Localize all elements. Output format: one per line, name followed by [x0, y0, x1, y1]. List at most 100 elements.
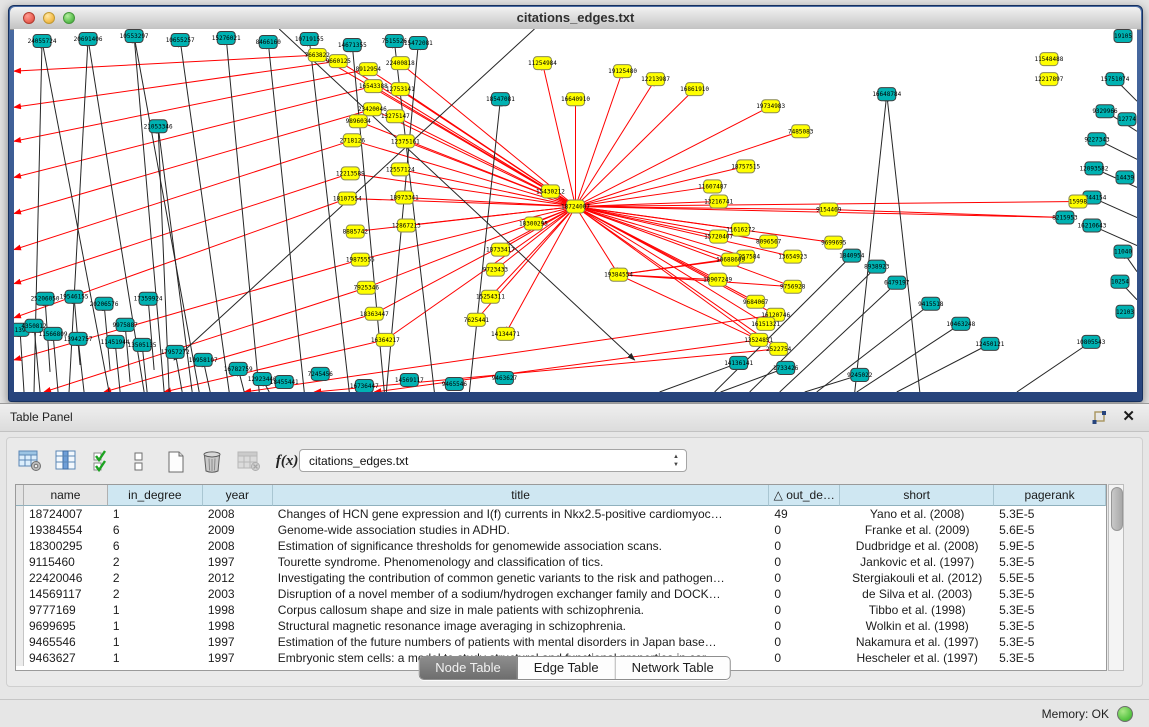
table-row[interactable]: 946554611997Estimation of the future num…	[16, 634, 1106, 650]
graph-node[interactable]: 11040	[1114, 245, 1132, 258]
graph-node[interactable]: 9465546	[442, 377, 468, 390]
graph-node[interactable]: 18973341	[390, 191, 419, 204]
graph-node[interactable]: 10553297	[120, 30, 149, 43]
graph-node[interactable]: 14134471	[491, 327, 520, 340]
table-row[interactable]: 1456911722003Disruption of a novel membe…	[16, 586, 1106, 602]
graph-node[interactable]: 1840954	[839, 249, 865, 262]
table-row[interactable]: 977716911998Corpus callosum shape and si…	[16, 602, 1106, 618]
graph-node[interactable]: 16782759	[224, 362, 253, 375]
select-all-button[interactable]	[88, 446, 118, 476]
graph-node[interactable]: 9975887	[112, 318, 138, 331]
column-header-out_de[interactable]: △ out_de…	[769, 485, 840, 506]
network-canvas[interactable]: 2405572420691406105532971065525715276021…	[14, 29, 1137, 392]
graph-node[interactable]: 21053346	[144, 120, 173, 133]
graph-node[interactable]: 9684067	[743, 295, 769, 308]
graph-node[interactable]: 7485083	[788, 125, 814, 138]
new-table-button[interactable]	[161, 446, 191, 476]
graph-node[interactable]: 9756928	[780, 280, 806, 293]
table-settings-button[interactable]	[15, 446, 45, 476]
graph-node[interactable]: 9896034	[346, 115, 372, 128]
graph-node[interactable]: 19125480	[608, 65, 637, 78]
graph-node[interactable]: 2522754	[766, 342, 792, 355]
graph-node[interactable]: 12753141	[386, 83, 415, 96]
graph-node[interactable]: 8096567	[756, 235, 782, 248]
graph-node[interactable]: 7245456	[308, 367, 334, 380]
graph-node[interactable]: 15472081	[404, 37, 433, 50]
graph-node[interactable]: 18107554	[333, 192, 362, 205]
graph-node[interactable]: 9245022	[847, 368, 873, 381]
graph-node[interactable]: 2718126	[340, 134, 366, 147]
column-header-name[interactable]: name	[24, 485, 108, 506]
table-scrollbar[interactable]	[1108, 484, 1124, 671]
graph-node[interactable]: 8885742	[343, 225, 369, 238]
table-row[interactable]: 1938455462009Genome-wide association stu…	[16, 522, 1106, 538]
close-panel-icon[interactable]: ✕	[1122, 408, 1135, 426]
graph-node[interactable]: 20691406	[74, 33, 103, 46]
graph-node[interactable]: 16640910	[561, 93, 590, 106]
graph-node[interactable]: 9329966	[1092, 105, 1118, 118]
graph-node[interactable]: 12867213	[392, 219, 421, 232]
graph-node[interactable]: 12213987	[641, 73, 670, 86]
table-row[interactable]: 911546021997Tourette syndrome. Phenomeno…	[16, 554, 1106, 570]
show-column-button[interactable]	[51, 446, 81, 476]
graph-node[interactable]: 15998	[1069, 195, 1087, 208]
network-graph[interactable]: 2405572420691406105532971065525715276021…	[14, 29, 1137, 392]
graph-node[interactable]: 9154469	[816, 203, 842, 216]
graph-node[interactable]: 11548488	[1034, 53, 1063, 66]
graph-node[interactable]: 6479197	[884, 276, 910, 289]
graph-node[interactable]: 18757515	[731, 160, 760, 173]
graph-node[interactable]: 9415518	[918, 297, 944, 310]
graph-node[interactable]: 7625441	[464, 313, 490, 326]
graph-node[interactable]: 17957272	[161, 345, 190, 358]
graph-node[interactable]: 18547081	[486, 93, 515, 106]
graph-node[interactable]: 16364217	[371, 333, 400, 346]
column-header-year[interactable]: year	[203, 485, 273, 506]
graph-node[interactable]: 20206576	[90, 297, 119, 310]
graph-node[interactable]: 11607487	[698, 180, 727, 193]
graph-node[interactable]: 9463627	[492, 371, 518, 384]
graph-node[interactable]: 12774	[1118, 113, 1136, 126]
graph-node[interactable]: 17359924	[134, 292, 163, 305]
graph-node[interactable]: 15276021	[212, 32, 241, 45]
graph-node[interactable]: 7925346	[354, 281, 380, 294]
graph-node[interactable]: 13654923	[778, 250, 807, 263]
float-window-icon[interactable]	[1091, 410, 1107, 426]
delete-rows-button[interactable]	[197, 446, 227, 476]
graph-node[interactable]: 9660125	[326, 55, 352, 68]
table-row[interactable]: 1872400712008Changes of HCN gene express…	[16, 506, 1106, 522]
graph-node[interactable]: 14439	[1116, 171, 1134, 184]
graph-node[interactable]: 10655257	[166, 34, 195, 47]
table-row[interactable]: 1830029562008Estimation of significance …	[16, 538, 1106, 554]
window-titlebar[interactable]: citations_edges.txt	[10, 7, 1141, 30]
deselect-all-button[interactable]	[124, 446, 154, 476]
graph-node[interactable]: 8912954	[356, 63, 382, 76]
graph-node[interactable]: 16648784	[872, 88, 901, 101]
column-header-title[interactable]: title	[273, 485, 770, 506]
graph-node[interactable]: 9723433	[483, 263, 509, 276]
delete-table-button[interactable]	[234, 446, 264, 476]
graph-node[interactable]: 10463248	[946, 317, 975, 330]
column-header-in_degree[interactable]: in_degree	[108, 485, 203, 506]
graph-node[interactable]: 12450121	[975, 337, 1004, 350]
tab-node-table[interactable]: Node Table	[419, 657, 518, 679]
graph-node[interactable]: 10805543	[1077, 335, 1106, 348]
graph-node[interactable]: 19105	[1114, 30, 1132, 43]
graph-node[interactable]: 10958107	[189, 353, 218, 366]
graph-node[interactable]: 19875555	[346, 253, 375, 266]
table-select-dropdown[interactable]: citations_edges.txt ▲▼	[299, 449, 687, 472]
graph-node[interactable]: 10719155	[295, 33, 324, 46]
graph-node[interactable]: 8466160	[256, 36, 282, 49]
graph-node[interactable]: 16736447	[350, 379, 379, 392]
graph-node[interactable]: 18907249	[703, 273, 732, 286]
graph-node[interactable]: 22400818	[386, 57, 415, 70]
graph-node[interactable]: 16861910	[680, 83, 709, 96]
graph-node[interactable]: 18363447	[360, 307, 389, 320]
graph-node[interactable]: 13216741	[704, 195, 733, 208]
graph-node[interactable]: 13942757	[64, 332, 93, 345]
graph-node[interactable]: 15751074	[1101, 73, 1130, 86]
tab-edge-table[interactable]: Edge Table	[518, 657, 616, 679]
scrollbar-thumb[interactable]	[1111, 487, 1123, 531]
graph-node[interactable]: 8215953	[1052, 211, 1078, 224]
graph-node[interactable]: 9227343	[1084, 133, 1110, 146]
graph-node[interactable]: 14671355	[338, 39, 367, 52]
